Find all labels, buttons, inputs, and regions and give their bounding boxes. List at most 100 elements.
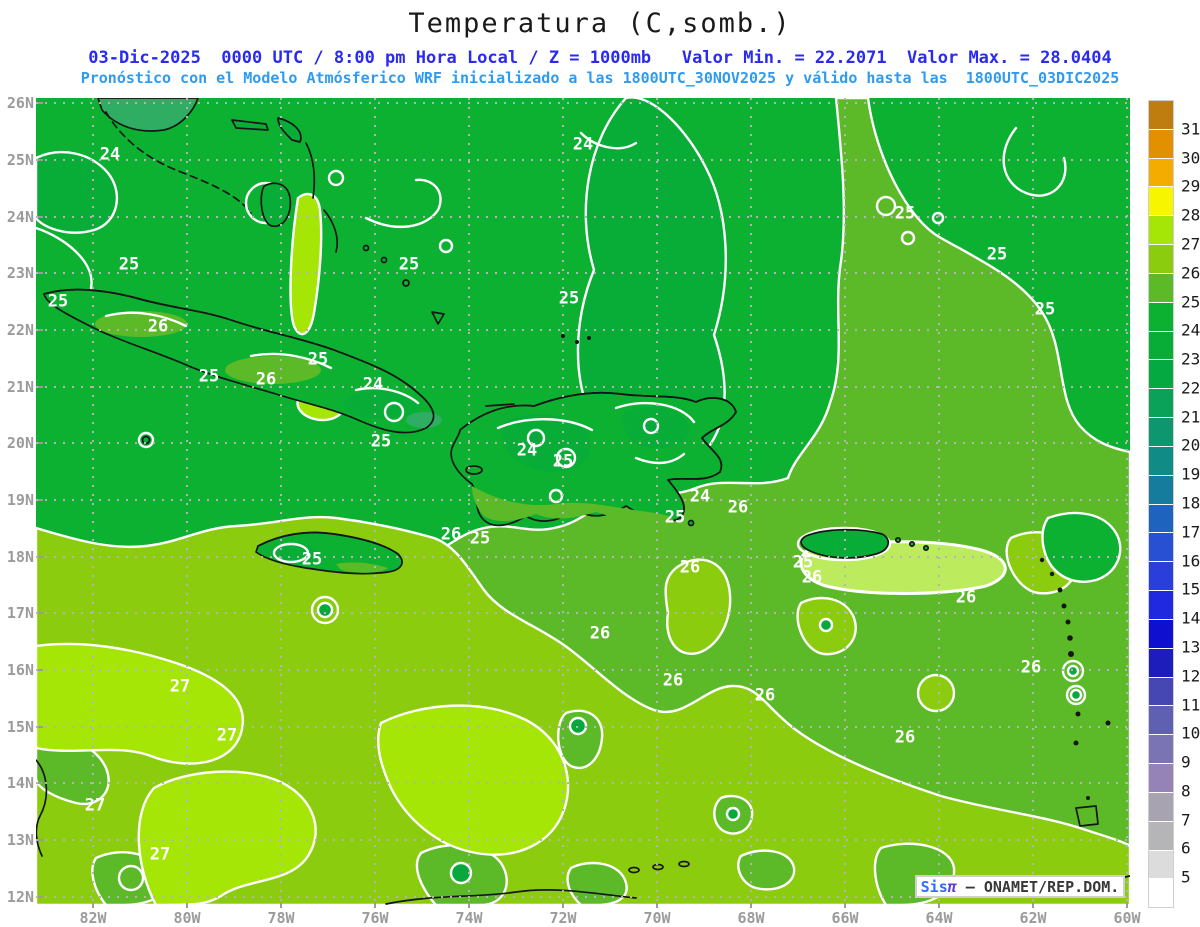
lat-tick [38, 329, 43, 331]
colorbar-label: 30 [1181, 148, 1200, 168]
contour-label: 24 [99, 144, 121, 165]
lat-tick [38, 669, 43, 671]
colorbar-cell [1149, 821, 1173, 850]
lon-label: 80W [173, 909, 201, 927]
contour-label: 24 [572, 134, 594, 155]
contour-map-svg [36, 98, 1130, 905]
contour-label: 25 [664, 507, 686, 528]
lat-tick [38, 159, 43, 161]
lat-label: 19N [6, 491, 34, 509]
contour-label: 27 [84, 795, 106, 816]
contour-label: 24 [689, 486, 711, 507]
colorbar-cell [1149, 648, 1173, 677]
lon-label: 64W [925, 909, 953, 927]
colorbar-label: 6 [1181, 838, 1191, 858]
lat-tick [38, 102, 43, 104]
contour-label: 26 [662, 670, 684, 691]
colorbar-cell [1149, 879, 1173, 908]
colorbar-cell [1149, 418, 1173, 446]
lat-label: 25N [6, 151, 34, 169]
lon-tick [750, 903, 752, 908]
contour-label: 25 [198, 366, 220, 387]
contour-label: 26 [679, 557, 701, 578]
colorbar-cell [1149, 475, 1173, 504]
contour-label: 27 [149, 844, 171, 865]
lat-label: 15N [6, 718, 34, 736]
colorbar-label: 20 [1181, 435, 1200, 455]
lon-label: 74W [455, 909, 483, 927]
lat-label: 18N [6, 548, 34, 566]
colorbar-cell [1149, 735, 1173, 764]
color-scale-bar [1148, 100, 1174, 908]
colorbar-cell [1149, 619, 1173, 648]
lat-tick [38, 386, 43, 388]
lat-label: 24N [6, 208, 34, 226]
colorbar-label: 25 [1181, 292, 1200, 311]
lon-label: 78W [267, 909, 295, 927]
contour-label: 25 [558, 288, 580, 309]
colorbar-cell [1149, 216, 1173, 245]
lat-label: 14N [6, 774, 34, 792]
contour-label: 25 [301, 549, 323, 570]
weather-map-screenshot: Temperatura (C,somb.) 03-Dic-2025 0000 U… [0, 0, 1200, 927]
watermark-pi-icon: π [947, 877, 957, 896]
colorbar-cell [1149, 101, 1173, 129]
colorbar-label: 12 [1181, 666, 1200, 686]
colorbar-label: 9 [1181, 752, 1191, 772]
lon-tick [938, 903, 940, 908]
colorbar-cell [1149, 245, 1173, 273]
lon-tick [656, 903, 658, 908]
contour-label: 26 [147, 316, 169, 337]
colorbar-label: 13 [1181, 637, 1200, 657]
watermark: Sis π – ONAMET/REP.DOM. [915, 875, 1125, 898]
contour-label: 25 [1034, 299, 1056, 320]
lon-tick [1032, 903, 1034, 908]
contour-label: 26 [589, 623, 611, 644]
lat-tick [38, 442, 43, 444]
contour-label: 26 [440, 524, 462, 545]
lon-tick [468, 903, 470, 908]
contour-label: 26 [255, 369, 277, 390]
contour-label: 26 [1020, 657, 1042, 678]
lat-label: 17N [6, 604, 34, 622]
contour-label: 27 [216, 725, 238, 746]
colorbar-cell [1149, 446, 1173, 475]
colorbar-label: 14 [1181, 608, 1200, 628]
colorbar-cell [1149, 850, 1173, 879]
contour-label: 24 [516, 440, 538, 461]
contour-label: 26 [801, 567, 823, 588]
contour-label: 26 [955, 587, 977, 608]
colorbar-label: 23 [1181, 349, 1200, 369]
colorbar-label: 8 [1181, 781, 1191, 801]
lon-label: 68W [737, 909, 765, 927]
contour-label: 24 [362, 374, 384, 395]
model-info-line: Pronóstico con el Modelo Atmósferico WRF… [80, 69, 1120, 87]
contour-label: 26 [894, 727, 916, 748]
lat-label: 16N [6, 661, 34, 679]
contour-label: 25 [469, 528, 491, 549]
colorbar-cell [1149, 677, 1173, 706]
lon-tick [844, 903, 846, 908]
lon-label: 72W [549, 909, 577, 927]
colorbar-label: 15 [1181, 579, 1200, 599]
lat-tick [38, 216, 43, 218]
lon-tick [1126, 903, 1128, 908]
colorbar-cell [1149, 273, 1173, 302]
contour-label: 25 [370, 431, 392, 452]
colorbar-label: 18 [1181, 493, 1200, 513]
lat-tick [38, 782, 43, 784]
colorbar-label: 5 [1181, 867, 1191, 887]
contour-label: 25 [47, 291, 69, 312]
colorbar-label: 11 [1181, 695, 1200, 714]
colorbar-cell [1149, 764, 1173, 792]
colorbar-label: 29 [1181, 176, 1200, 196]
colorbar-cell [1149, 504, 1173, 533]
contour-label: 25 [398, 254, 420, 275]
forecast-datetime-line: 03-Dic-2025 0000 UTC / 8:00 pm Hora Loca… [88, 48, 1112, 68]
colorbar-cell [1149, 129, 1173, 158]
colorbar-label: 19 [1181, 464, 1200, 484]
lat-tick [38, 612, 43, 614]
watermark-text: – ONAMET/REP.DOM. [956, 877, 1120, 896]
contour-label: 27 [169, 676, 191, 697]
lat-label: 23N [6, 264, 34, 282]
